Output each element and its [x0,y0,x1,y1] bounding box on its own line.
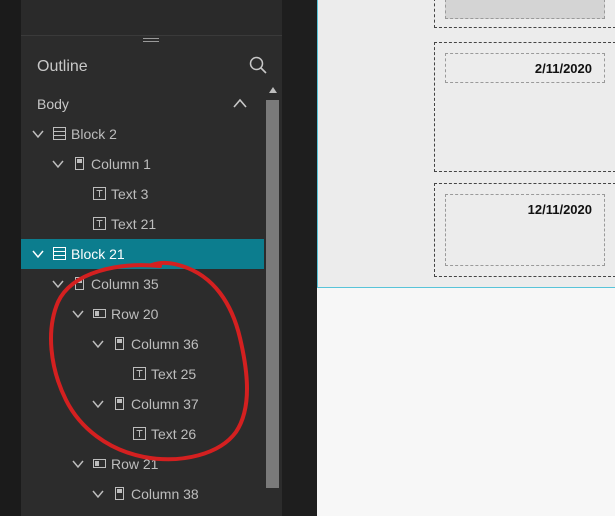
block-top[interactable] [434,0,615,28]
block-date-1[interactable]: 2/11/2020 [434,42,615,172]
tree-item-label: Column 38 [131,486,199,502]
search-icon[interactable] [248,55,268,75]
tree-item[interactable]: Column 1 [21,149,264,179]
tree-item[interactable]: Row 21 [21,449,264,479]
tree-item[interactable]: Text 26 [21,419,264,449]
tree-item[interactable]: Text 21 [21,209,264,239]
tree-item-label: Text 26 [151,426,197,442]
panel-top-area [21,0,282,36]
tree-item[interactable]: Row 20 [21,299,264,329]
page-area: 2/11/2020 12/11/2020 [317,0,615,288]
block-date-2[interactable]: 12/11/2020 [434,183,615,277]
chevron-down-icon[interactable] [91,487,105,501]
row-icon [93,307,106,320]
text-icon [93,217,106,230]
tree-item-label: Column 36 [131,336,199,352]
column-icon [73,157,86,170]
tree-item[interactable]: Column 37 [21,389,264,419]
tree-item[interactable]: Column 35 [21,269,264,299]
chevron-down-icon[interactable] [51,277,65,291]
left-strip [0,0,21,516]
tree-item[interactable]: Block 2 [21,119,264,149]
outline-title: Outline [37,58,88,75]
chevron-down-icon[interactable] [31,247,45,261]
tree-item-label: Column 1 [91,156,151,172]
column-icon [113,487,126,500]
date-cell-1[interactable]: 2/11/2020 [445,53,605,83]
tree-item-label: Row 20 [111,306,159,322]
chevron-down-icon[interactable] [91,397,105,411]
chevron-down-icon[interactable] [91,337,105,351]
drag-handle-icon[interactable] [143,38,159,45]
tree-item[interactable]: Text 25 [21,359,264,389]
column-icon [73,277,86,290]
tree-item-label: Column 35 [91,276,159,292]
scroll-up-icon[interactable] [269,86,277,94]
column-icon [113,337,126,350]
text-icon [133,367,146,380]
date-cell-2[interactable]: 12/11/2020 [445,194,605,266]
tree-item-label: Block 2 [71,126,117,142]
tree-item-label: Text 21 [111,216,157,232]
block-icon [53,127,66,140]
scrollbar-thumb[interactable] [266,100,279,488]
chevron-down-icon[interactable] [51,157,65,171]
panel-gap [282,0,317,516]
tree-item-label: Column 37 [131,396,199,412]
text-icon [93,187,106,200]
section-title-body: Body [37,96,69,112]
block-icon [53,247,66,260]
chevron-down-icon[interactable] [71,307,85,321]
tree-item-label: Row 21 [111,456,159,472]
block-top-inner [445,0,605,19]
tree-item[interactable]: Text 3 [21,179,264,209]
chevron-up-icon[interactable] [232,97,248,109]
tree-item[interactable]: Block 21 [21,239,264,269]
design-canvas: 2/11/2020 12/11/2020 [317,0,615,516]
text-icon [133,427,146,440]
outline-panel: Outline Body Block 2 Column 1 Text 3 Text 2… [21,0,282,516]
tree-item-label: Block 21 [71,246,125,262]
column-icon [113,397,126,410]
row-icon [93,457,106,470]
date-text-2: 12/11/2020 [527,202,592,217]
tree-item[interactable]: Column 38 [21,479,264,509]
date-text-1: 2/11/2020 [534,61,592,76]
chevron-down-icon[interactable] [71,457,85,471]
outline-tree: Block 2 Column 1 Text 3 Text 21 Block 21 Colu… [21,119,264,509]
chevron-down-icon[interactable] [31,127,45,141]
tree-item-label: Text 25 [151,366,197,382]
tree-item-label: Text 3 [111,186,149,202]
tree-item[interactable]: Column 36 [21,329,264,359]
